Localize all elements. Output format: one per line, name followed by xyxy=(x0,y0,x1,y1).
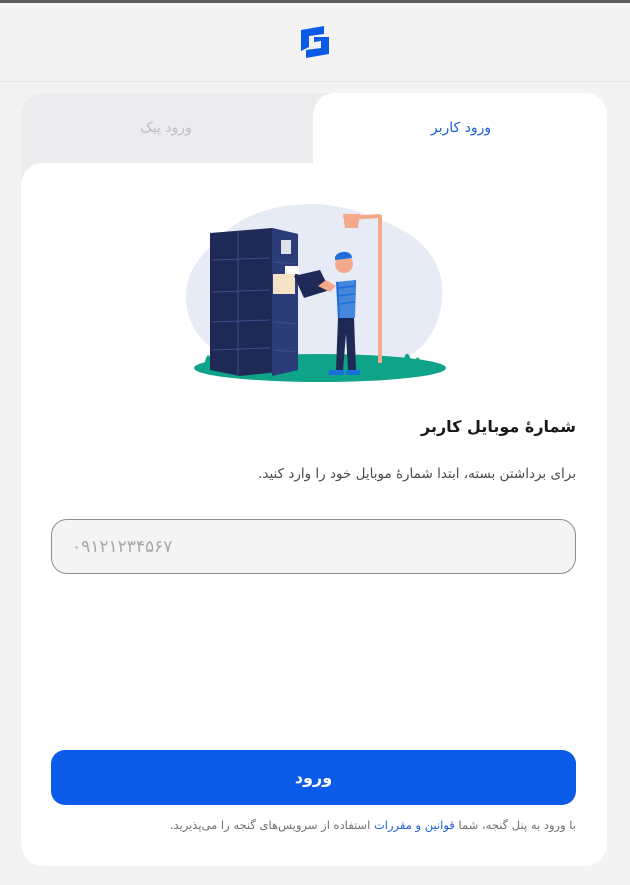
terms-notice: با ورود به پنل گنجه، شما قوانین و مقررات… xyxy=(170,815,576,835)
phone-section-title: شمارهٔ موبایل کاربر xyxy=(421,417,576,436)
terms-link[interactable]: قوانین و مقررات xyxy=(374,818,455,832)
phone-section-description: برای برداشتن بسته، ابتدا شمارهٔ موبایل خ… xyxy=(258,466,576,482)
login-button[interactable]: ورود xyxy=(51,750,576,805)
phone-number-input[interactable] xyxy=(51,519,576,574)
tab-courier-login[interactable]: ورود پیک xyxy=(130,117,202,139)
ganjeh-logo-icon[interactable] xyxy=(296,23,334,61)
terms-prefix: با ورود به پنل گنجه، شما xyxy=(458,818,576,832)
courier-parcel-locker-illustration xyxy=(182,201,446,382)
terms-suffix: استفاده از سرویس‌های گنجه را می‌پذیرید. xyxy=(169,818,371,832)
header xyxy=(0,3,630,82)
tab-user-login[interactable]: ورود کاربر xyxy=(425,117,497,139)
